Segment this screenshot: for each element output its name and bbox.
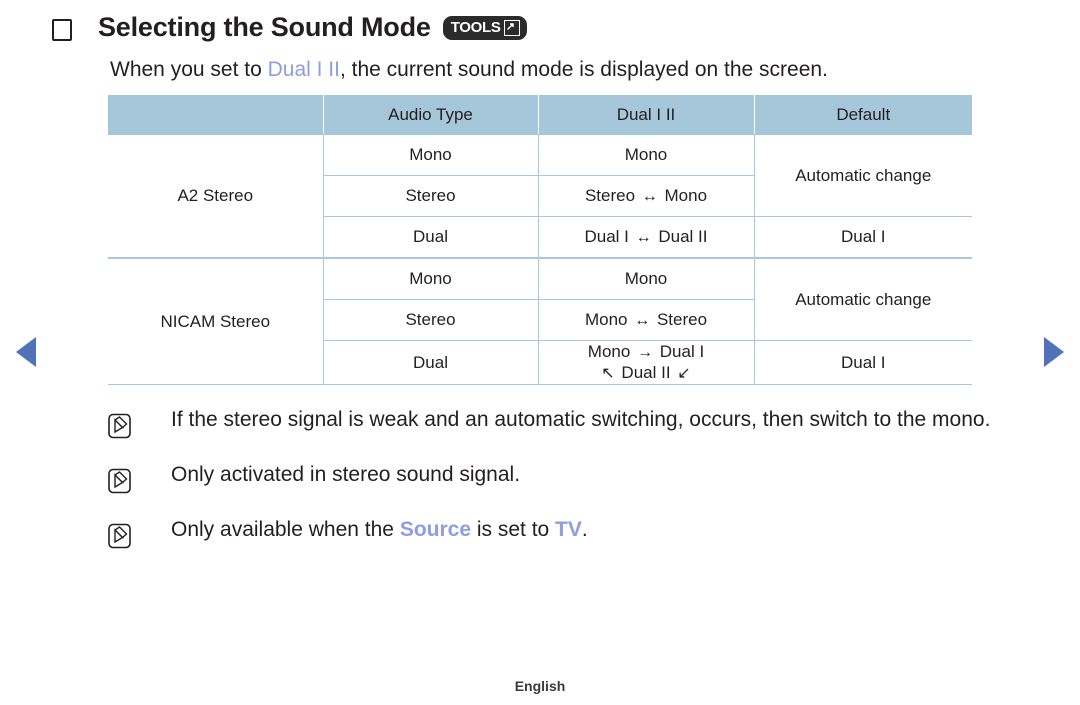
dual-mode-part: Mono — [624, 145, 668, 164]
tools-badge[interactable]: TOOLS — [442, 16, 527, 40]
note-text-segment: Only available when the — [171, 518, 400, 541]
page-title-text: Selecting the Sound Mode — [98, 12, 431, 42]
cell-audio-group: A2 Stereo — [108, 134, 324, 259]
intro-paragraph: When you set to Dual I II, the current s… — [0, 58, 1080, 82]
note-icon-wrapper — [107, 464, 154, 499]
note-text-segment: TV — [555, 518, 582, 541]
table-header-row: Audio Type Dual I II Default — [108, 94, 972, 135]
dual-mode-part: Mono — [624, 269, 668, 288]
note-text-segment: is set to — [471, 518, 556, 541]
cell-default-mode: Automatic change — [753, 134, 972, 217]
page-heading: Selecting the Sound Mode TOOLS — [0, 12, 1080, 44]
cell-dual-mode: Mono → Dual I ↖ Dual II ↙ — [537, 340, 755, 385]
note-text: Only activated in stereo sound signal. — [171, 458, 520, 491]
note-icon-wrapper — [107, 519, 154, 554]
column-header-dual: Dual I II — [537, 94, 755, 135]
note-icon-wrapper — [107, 409, 154, 444]
table-row: NICAM Stereo Mono Mono Automatic change — [108, 257, 972, 385]
footer: English — [0, 678, 1080, 694]
dual-mode-line-2: ↖ Dual II ↙ — [540, 363, 753, 383]
cell-dual-mode: Mono ↔ Stereo — [537, 299, 754, 341]
cell-default-mode: Automatic change — [753, 257, 972, 341]
note-item: If the stereo signal is weak and an auto… — [107, 403, 1080, 444]
cell-audio-type: Dual — [323, 216, 539, 259]
square-bullet-icon — [52, 19, 72, 41]
dual-mode-line-1: Mono → Dual I — [588, 342, 704, 361]
sound-mode-table: Audio Type Dual I II Default A2 Stereo Mo… — [108, 94, 972, 385]
table-header: Audio Type Dual I II Default — [108, 94, 972, 135]
dual-mode-part: Stereo — [584, 186, 636, 205]
footer-language: English — [514, 678, 566, 694]
note-pencil-icon — [108, 413, 131, 439]
dual-mode-part: ↖ — [601, 365, 615, 382]
note-text: If the stereo signal is weak and an auto… — [171, 403, 990, 436]
cell-default-mode: Dual I — [753, 340, 972, 385]
cell-default-mode: Dual I — [753, 216, 972, 259]
dual-mode-part: ↔ — [635, 229, 652, 246]
cell-audio-type: Dual — [323, 340, 539, 385]
cell-dual-mode: Stereo ↔ Mono — [537, 175, 754, 217]
cell-audio-group: NICAM Stereo — [108, 257, 324, 385]
tools-badge-label: TOOLS — [450, 19, 501, 36]
dual-mode-part: Dual II — [621, 363, 671, 382]
cell-dual-mode: Mono — [537, 257, 755, 300]
table-body: A2 Stereo Mono Mono Automatic change Stereo S… — [108, 134, 972, 385]
column-header-group — [108, 94, 324, 135]
page-content: Selecting the Sound Mode TOOLS When you s… — [0, 0, 1080, 568]
dual-mode-part: ↔ — [634, 312, 651, 329]
external-link-icon — [503, 19, 520, 36]
dual-mode-part: Mono — [587, 342, 631, 361]
dual-mode-part: → — [637, 344, 654, 361]
note-item: Only available when the Source is set to… — [107, 513, 1080, 554]
page-title: Selecting the Sound Mode TOOLS — [98, 12, 527, 44]
note-text-segment: . — [581, 518, 588, 541]
cell-audio-type: Mono — [322, 134, 539, 176]
column-header-default: Default — [753, 94, 972, 135]
dual-mode-part: Dual I — [584, 227, 629, 246]
cell-audio-type: Mono — [322, 257, 539, 300]
intro-text-after: , the current sound mode is displayed on… — [339, 58, 828, 81]
intro-text-before: When you set to — [110, 58, 268, 81]
note-text-segment: If the stereo signal is weak and an auto… — [171, 408, 991, 431]
notes-list: If the stereo signal is weak and an auto… — [0, 403, 1080, 554]
cell-dual-mode: Dual I ↔ Dual II — [537, 216, 755, 259]
dual-mode-part: Dual I — [659, 342, 705, 361]
intro-highlight: Dual I II — [267, 58, 340, 81]
note-text-segment: Source — [399, 518, 472, 541]
note-text-segment: Only activated in stereo sound signal. — [171, 463, 521, 486]
cell-dual-mode: Mono — [537, 134, 755, 176]
dual-mode-part: Mono — [664, 186, 708, 205]
cell-audio-type: Stereo — [323, 175, 539, 217]
dual-mode-part: Mono — [584, 310, 628, 329]
note-pencil-icon — [108, 468, 131, 494]
note-text: Only available when the Source is set to… — [171, 513, 588, 546]
note-pencil-icon — [108, 523, 131, 549]
column-header-audio-type: Audio Type — [322, 94, 539, 135]
dual-mode-part: Dual II — [658, 227, 708, 246]
dual-mode-part: ↔ — [641, 188, 658, 205]
dual-mode-part: Stereo — [656, 310, 708, 329]
note-item: Only activated in stereo sound signal. — [107, 458, 1080, 499]
table-row: A2 Stereo Mono Mono Automatic change — [108, 134, 972, 259]
cell-audio-type: Stereo — [323, 299, 539, 341]
dual-mode-part: ↙ — [677, 365, 691, 382]
